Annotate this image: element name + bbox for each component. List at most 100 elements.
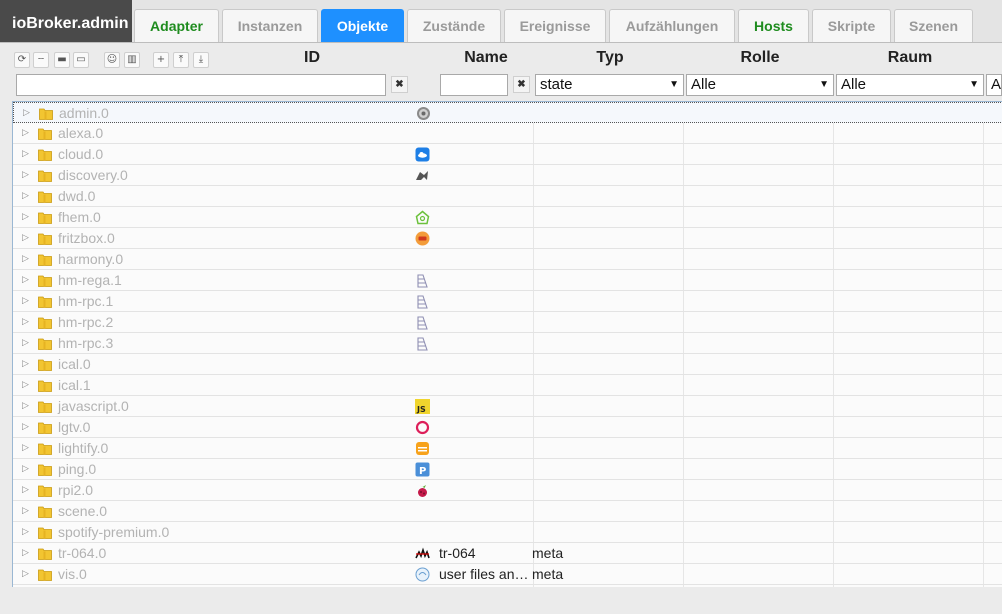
tree-row[interactable]: ▷ discovery.0 [13,165,1002,186]
room-filter-select[interactable]: Alle ▼ [836,74,984,96]
column-header-name[interactable]: Name [456,49,516,67]
tree-row[interactable]: ▷ admin.0 [13,102,1002,123]
id-filter-clear-button[interactable]: ✖ [391,76,408,93]
tree-row[interactable]: ▷ harmony.0 [13,249,1002,270]
expand-toggle-icon[interactable]: ▷ [22,170,29,180]
expand-toggle-icon[interactable]: ▷ [22,275,29,285]
row-id[interactable]: tr-064.0 [58,545,106,561]
row-id[interactable]: ping.0 [58,461,96,477]
tree-row[interactable]: ▷ tr-064.0 tr-064 meta [13,543,1002,564]
row-id[interactable]: dwd.0 [58,188,95,204]
expand-toggle-icon[interactable]: ▷ [22,254,29,264]
row-id[interactable]: javascript.0 [58,398,129,414]
row-id[interactable]: harmony.0 [58,251,123,267]
tree-row[interactable]: ▷ hm-rpc.2 [13,312,1002,333]
row-id[interactable]: hm-rpc.3 [58,335,113,351]
row-id[interactable]: cloud.0 [58,146,103,162]
tree-row[interactable]: ▷ fhem.0 [13,207,1002,228]
upload-icon[interactable]: ⤒ [173,52,189,68]
user-icon[interactable]: ☺ [104,52,120,68]
download-icon[interactable]: ⤓ [193,52,209,68]
row-id[interactable]: fhem.0 [58,209,101,225]
role-filter-select[interactable]: Alle ▼ [686,74,834,96]
expand-toggle-icon[interactable]: ▷ [22,233,29,243]
row-id[interactable]: admin.0 [59,105,109,121]
expand-toggle-icon[interactable]: ▷ [22,191,29,201]
tree-row[interactable]: ▷ hm-rpc.3 [13,333,1002,354]
tree-row[interactable]: ▷ dwd.0 [13,186,1002,207]
expand-toggle-icon[interactable]: ▷ [22,128,29,138]
row-id[interactable]: fritzbox.0 [58,230,115,246]
add-icon[interactable]: + [153,52,169,68]
expand-toggle-icon[interactable]: ▷ [23,108,30,118]
row-id[interactable]: lgtv.0 [58,419,90,435]
tab-szenen[interactable]: Szenen [894,9,973,42]
name-filter-input[interactable] [440,74,508,96]
row-id[interactable]: rpi2.0 [58,482,93,498]
row-id[interactable]: lightify.0 [58,440,108,456]
tree-row[interactable]: ▷ scene.0 [13,501,1002,522]
expand-toggle-icon[interactable]: ▷ [22,401,29,411]
row-id[interactable]: ical.0 [58,356,91,372]
tree-row[interactable]: ▷ lightify.0 [13,438,1002,459]
tree-row[interactable]: ▷ ping.0 P [13,459,1002,480]
tree-row[interactable]: ▷ cloud.0 [13,144,1002,165]
expand-toggle-icon[interactable]: ▷ [22,485,29,495]
expand-toggle-icon[interactable]: ▷ [22,338,29,348]
name-filter-clear-button[interactable]: ✖ [513,76,530,93]
tab-adapter[interactable]: Adapter [134,9,219,42]
expand-toggle-icon[interactable]: ▷ [22,506,29,516]
refresh-icon[interactable]: ⟳ [14,52,30,68]
expand-toggle-icon[interactable]: ▷ [22,359,29,369]
row-id[interactable]: ical.1 [58,377,91,393]
row-id[interactable]: vis.0 [58,566,87,582]
type-filter-select[interactable]: state ▼ [535,74,684,96]
column-header-type[interactable]: Typ [580,49,640,67]
tab-zustaende[interactable]: Zustände [407,9,501,42]
extra-filter-select[interactable]: A [986,74,1002,96]
row-id[interactable]: hm-rpc.1 [58,293,113,309]
tree-row[interactable]: ▷ fritzbox.0 [13,228,1002,249]
expand-toggle-icon[interactable]: ▷ [22,527,29,537]
expand-toggle-icon[interactable]: ▷ [22,317,29,327]
expand-toggle-icon[interactable]: ▷ [22,212,29,222]
tree-row[interactable]: ▷ hm-rega.1 [13,270,1002,291]
folder-collapse-icon[interactable]: ▬ [54,52,70,68]
tab-aufzaehlungen[interactable]: Aufzählungen [609,9,735,42]
expand-toggle-icon[interactable]: ▷ [22,443,29,453]
tab-objekte[interactable]: Objekte [321,9,404,42]
expand-toggle-icon[interactable]: ▷ [22,296,29,306]
row-id[interactable]: discovery.0 [58,167,128,183]
tree-row[interactable]: ▷ spotify-premium.0 [13,522,1002,543]
row-id[interactable]: spotify-premium.0 [58,524,169,540]
expand-toggle-icon[interactable]: ▷ [22,548,29,558]
column-header-role[interactable]: Rolle [726,49,794,67]
tree-row[interactable]: ▷ ical.1 [13,375,1002,396]
row-id[interactable]: scene.0 [58,503,107,519]
row-id[interactable]: hm-rpc.2 [58,314,113,330]
folder-expand-icon[interactable]: ▭ [73,52,89,68]
row-id[interactable]: hm-rega.1 [58,272,122,288]
expand-toggle-icon[interactable]: ▷ [22,464,29,474]
columns-icon[interactable]: ▥ [124,52,140,68]
tree-row[interactable]: ▷ alexa.0 [13,123,1002,144]
column-header-room[interactable]: Raum [876,49,944,67]
expand-toggle-icon[interactable]: ▷ [22,569,29,579]
row-id[interactable]: alexa.0 [58,125,103,141]
tab-skripte[interactable]: Skripte [812,9,891,42]
column-header-id[interactable]: ID [288,49,336,67]
tree-row[interactable]: ▷ lgtv.0 [13,417,1002,438]
list-icon[interactable]: ┄ [33,52,49,68]
tree-row[interactable]: ▷ javascript.0 JS [13,396,1002,417]
tab-ereignisse[interactable]: Ereignisse [504,9,606,42]
expand-toggle-icon[interactable]: ▷ [22,422,29,432]
expand-toggle-icon[interactable]: ▷ [22,380,29,390]
tab-instanzen[interactable]: Instanzen [222,9,318,42]
expand-toggle-icon[interactable]: ▷ [22,149,29,159]
tree-row[interactable]: ▷ rpi2.0 [13,480,1002,501]
tree-row[interactable]: ▷ vis.0 user files an… meta [13,564,1002,585]
id-filter-input[interactable] [16,74,386,96]
tree-row[interactable]: ▷ ical.0 [13,354,1002,375]
tree-row[interactable]: ▷ hm-rpc.1 [13,291,1002,312]
tab-hosts[interactable]: Hosts [738,9,809,42]
